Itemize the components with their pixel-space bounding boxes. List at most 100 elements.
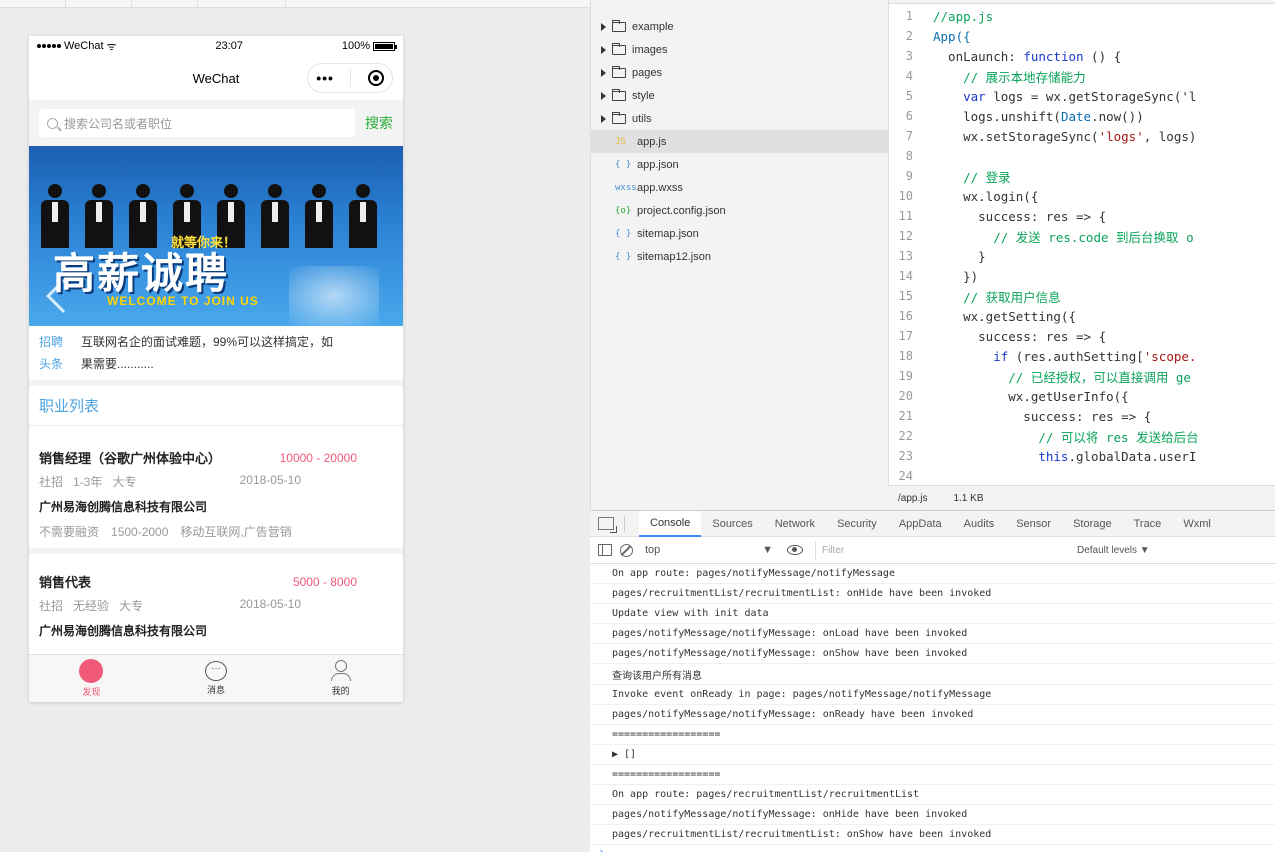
job-type: 社招	[39, 475, 64, 489]
tab-console[interactable]: Console	[639, 510, 702, 537]
headline-text: 互联网名企的面试难题，99%可以这样搞定，如 果需要...........	[81, 335, 334, 371]
search-button[interactable]: 搜索	[365, 113, 393, 133]
nav-title: WeChat	[192, 70, 240, 86]
tree-file-app-json[interactable]: { } app.json	[591, 153, 888, 176]
phone-simulator: WeChat ᯤ 23:07 100% WeChat ••• 搜索公司名或者职位…	[29, 36, 403, 702]
tab-network[interactable]: Network	[764, 511, 826, 537]
json-file-icon: { }	[615, 228, 632, 239]
tree-file-app-wxss[interactable]: wxss app.wxss	[591, 176, 888, 199]
recruitment-banner[interactable]: 高薪诚聘 就等你来！ WELCOME TO JOIN US	[29, 146, 403, 326]
job-company: 广州易海创腾信息科技有限公司	[39, 500, 208, 514]
headline-tag: 招聘 头条	[39, 335, 64, 371]
tree-folder-example[interactable]: example	[591, 15, 888, 38]
console-line: Invoke event onReady in page: pages/noti…	[590, 685, 1275, 705]
toolbar-segment[interactable]	[198, 0, 286, 7]
clear-console-icon[interactable]	[620, 543, 633, 557]
search-row: 搜索公司名或者职位 搜索	[29, 100, 403, 146]
folder-icon	[612, 88, 626, 101]
job-funding: 不需要融资	[39, 525, 100, 539]
caret-right-icon	[601, 68, 606, 77]
tree-folder-images[interactable]: images	[591, 38, 888, 61]
console-prompt[interactable]: ›	[590, 845, 1275, 852]
job-type: 社招	[39, 599, 64, 613]
tree-folder-style[interactable]: style	[591, 84, 888, 107]
job-card[interactable]: 销售代表 5000 - 8000 社招 无经验 大专 2018-05-10 广州易海…	[29, 554, 403, 647]
caret-right-icon	[601, 22, 606, 31]
search-input[interactable]: 搜索公司名或者职位	[39, 109, 355, 137]
console-output: On app route: pages/notifyMessage/notify…	[590, 564, 1275, 852]
tab-appdata[interactable]: AppData	[888, 511, 953, 537]
status-time: 23:07	[215, 40, 243, 52]
json-file-icon: { }	[615, 251, 632, 262]
tab-security[interactable]: Security	[826, 511, 888, 537]
tree-file-sitemap12[interactable]: { } sitemap12.json	[591, 245, 888, 268]
close-target-icon[interactable]	[367, 70, 384, 86]
tree-file-app-js[interactable]: JS app.js	[591, 130, 888, 153]
recruitment-headline[interactable]: 招聘 头条 互联网名企的面试难题，99%可以这样搞定，如 果需要........…	[29, 326, 403, 386]
console-line: Update view with init data	[590, 604, 1275, 625]
folder-icon	[612, 42, 626, 55]
filter-input[interactable]: Filter	[815, 540, 1069, 560]
console-line: pages/recruitmentList/recruitmentList: o…	[590, 825, 1275, 846]
folder-icon	[612, 19, 626, 32]
toolbar-segment[interactable]	[132, 0, 198, 7]
tab-trace[interactable]: Trace	[1123, 511, 1173, 537]
console-line: ==================	[590, 725, 1275, 745]
console-line: pages/notifyMessage/notifyMessage: onHid…	[590, 805, 1275, 826]
console-line: On app route: pages/notifyMessage/notify…	[590, 564, 1275, 585]
wifi-icon: ᯤ	[106, 40, 117, 53]
job-education: 大专	[112, 475, 137, 489]
context-select[interactable]: top ▼	[645, 544, 781, 556]
caret-right-icon	[601, 91, 606, 100]
json-file-icon: { }	[615, 159, 632, 170]
message-icon: ···	[205, 661, 227, 681]
console-expandable-array[interactable]: ▶ []	[590, 745, 1275, 765]
top-toolbar-strip	[0, 0, 590, 8]
tree-file-project-config[interactable]: {o} project.config.json	[591, 199, 888, 222]
console-line: ==================	[590, 765, 1275, 786]
tab-audits[interactable]: Audits	[953, 511, 1006, 537]
wxss-file-icon: wxss	[615, 182, 637, 193]
tab-sensor[interactable]: Sensor	[1005, 511, 1062, 537]
tab-storage[interactable]: Storage	[1062, 511, 1123, 537]
inspect-element-icon[interactable]	[598, 517, 617, 533]
search-icon	[47, 117, 58, 129]
tab-bar: 发现 ··· 消息 我的	[29, 654, 403, 702]
code-editor[interactable]: 1//app.js 2 App({ 3 onLaunch: function ()…	[888, 0, 1275, 485]
job-experience: 1-3年	[73, 475, 103, 489]
file-tree: example images pages style utils JS app.j…	[590, 0, 888, 510]
tab-messages[interactable]: ··· 消息	[154, 655, 279, 702]
job-card[interactable]: 销售经理（谷歌广州体验中心） 10000 - 20000 社招 1-3年 大专 20…	[29, 426, 403, 554]
tab-sources[interactable]: Sources	[701, 511, 763, 537]
battery-icon	[372, 41, 397, 51]
tab-wxml[interactable]: Wxml	[1172, 511, 1222, 537]
eye-icon[interactable]	[787, 545, 803, 555]
console-line: pages/notifyMessage/notifyMessage: onSho…	[590, 644, 1275, 665]
devtools-panel: Console Sources Network Security AppData…	[590, 510, 1275, 852]
toolbar-segment[interactable]	[66, 0, 132, 7]
job-title: 销售代表	[39, 575, 92, 590]
tab-discover[interactable]: 发现	[29, 655, 154, 702]
sidebar-toggle-icon[interactable]	[598, 544, 612, 556]
job-company: 广州易海创腾信息科技有限公司	[39, 624, 208, 638]
console-line: On app route: pages/recruitmentList/recr…	[590, 785, 1275, 806]
more-icon[interactable]: •••	[316, 70, 334, 86]
home-circle-icon	[79, 659, 104, 683]
console-toolbar: top ▼ Filter Default levels ▼	[590, 537, 1275, 564]
capsule-menu: •••	[307, 63, 393, 93]
tree-file-sitemap[interactable]: { } sitemap.json	[591, 222, 888, 245]
status-file-path: /app.js	[898, 492, 928, 504]
job-title: 销售经理（谷歌广州体验中心）	[39, 451, 222, 466]
tree-folder-utils[interactable]: utils	[591, 107, 888, 130]
log-levels-select[interactable]: Default levels ▼	[1077, 545, 1150, 556]
job-company-size: 1500-2000	[111, 525, 169, 539]
toolbar-segment[interactable]	[0, 0, 66, 7]
navigation-bar: WeChat •••	[29, 56, 403, 100]
chevron-down-icon: ▼	[762, 544, 773, 556]
console-line: pages/notifyMessage/notifyMessage: onLoa…	[590, 624, 1275, 645]
tab-profile[interactable]: 我的	[278, 655, 403, 702]
console-line: pages/notifyMessage/notifyMessage: onRea…	[590, 705, 1275, 725]
tab-label: 发现	[82, 687, 101, 697]
tree-folder-pages[interactable]: pages	[591, 61, 888, 84]
battery-percent: 100%	[341, 40, 370, 52]
